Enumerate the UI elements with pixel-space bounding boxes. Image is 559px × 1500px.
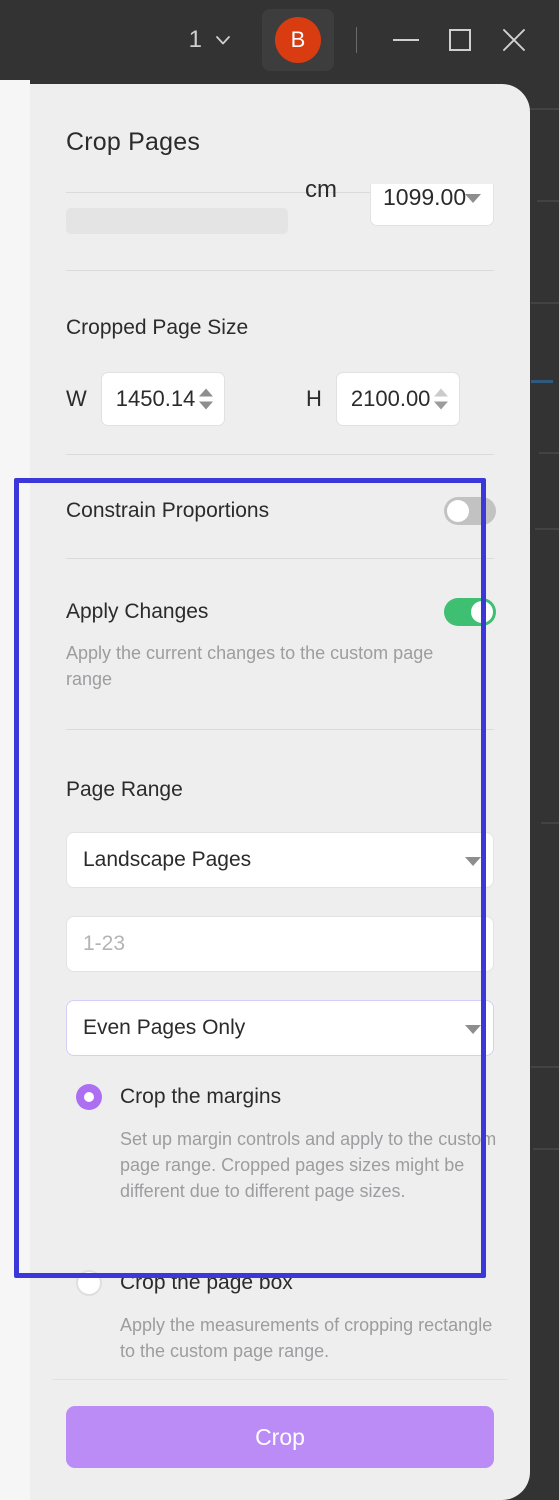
width-letter: W xyxy=(66,386,87,411)
chevron-down-icon xyxy=(214,31,232,49)
page-title: Crop Pages xyxy=(66,128,201,156)
stepper-up-icon[interactable] xyxy=(433,388,448,397)
maximize-button[interactable] xyxy=(433,13,487,67)
divider xyxy=(66,454,494,455)
window-title-bar: 1 B xyxy=(0,0,559,80)
page-number-label: 1 xyxy=(188,26,202,53)
scrolled-clipped-row: cm 1099.00 xyxy=(30,184,530,264)
height-input[interactable]: 2100.00 xyxy=(335,372,460,426)
height-field-group: H 2100.00 xyxy=(306,372,460,426)
minimize-icon xyxy=(393,39,419,41)
caret-down-icon xyxy=(465,194,481,203)
placeholder-bar xyxy=(66,208,288,234)
avatar-initial: B xyxy=(290,27,306,52)
titlebar-divider xyxy=(356,27,357,53)
height-stepper[interactable] xyxy=(433,388,448,410)
unit-label: cm xyxy=(305,184,337,203)
height-value: 2100.00 xyxy=(350,386,431,411)
close-button[interactable] xyxy=(487,13,541,67)
page-number-selector[interactable]: 1 xyxy=(181,20,240,60)
width-value: 1450.14 xyxy=(115,386,196,411)
stepper-down-icon[interactable] xyxy=(433,401,448,410)
account-button[interactable]: B xyxy=(262,9,334,71)
width-input[interactable]: 1450.14 xyxy=(100,372,225,426)
width-field-group: W 1450.14 xyxy=(66,372,225,426)
divider xyxy=(66,270,494,271)
height-letter: H xyxy=(306,386,322,411)
close-icon xyxy=(501,27,527,53)
minimize-button[interactable] xyxy=(379,13,433,67)
app-window: 1 B Crop Pages cm 1099.00 Cropped Page S… xyxy=(0,0,559,1500)
crop-button[interactable]: Crop xyxy=(66,1406,494,1468)
width-stepper[interactable] xyxy=(198,388,213,410)
stepper-up-icon[interactable] xyxy=(198,388,213,397)
clipped-value-dropdown[interactable]: 1099.00 xyxy=(370,184,494,226)
highlight-focus-border xyxy=(14,478,486,1278)
avatar: B xyxy=(275,17,321,63)
clipped-value: 1099.00 xyxy=(383,184,467,210)
maximize-icon xyxy=(449,29,471,51)
cropped-page-size-label: Cropped Page Size xyxy=(66,316,249,339)
cropped-page-size-fields: W 1450.14 H 2100.00 xyxy=(66,372,496,428)
stepper-down-icon[interactable] xyxy=(198,401,213,410)
footer-divider xyxy=(52,1379,508,1380)
radio-crop-the-page-box-description: Apply the measurements of cropping recta… xyxy=(120,1315,493,1362)
